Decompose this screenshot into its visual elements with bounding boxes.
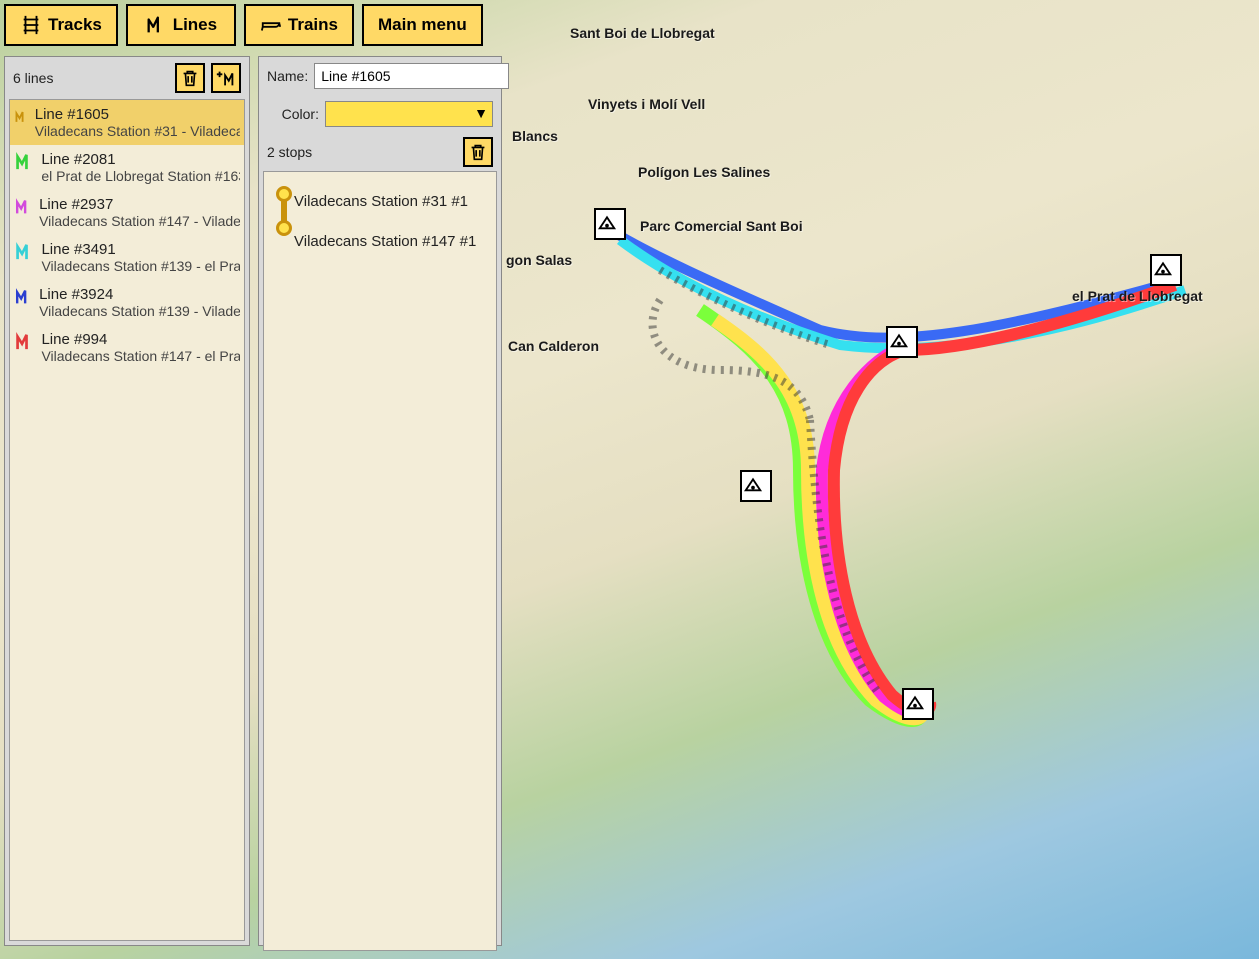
stop-connector: [274, 186, 294, 256]
line-item-name: Line #2937: [39, 196, 240, 213]
station-marker[interactable]: [594, 208, 626, 240]
station-marker[interactable]: [886, 326, 918, 358]
station-icon: [742, 472, 764, 494]
app-root: Sant Boi de Llobregat Vinyets i Molí Vel…: [0, 0, 1259, 959]
chevron-down-icon: ▼: [474, 105, 488, 121]
color-dropdown[interactable]: ▼: [325, 101, 493, 127]
line-item[interactable]: Line #2081 el Prat de Llobregat Station …: [10, 145, 244, 190]
trash-icon: [179, 67, 201, 89]
station-marker[interactable]: [1150, 254, 1182, 286]
place-label: Blancs: [512, 128, 558, 144]
line-item[interactable]: Line #2937 Viladecans Station #147 - Vil…: [10, 190, 244, 235]
line-item-sub: Viladecans Station #139 - el Prat: [41, 258, 240, 274]
place-label: Parc Comercial Sant Boi: [640, 218, 803, 234]
line-icon: [14, 331, 35, 353]
line-item-name: Line #994: [41, 331, 240, 348]
delete-line-button[interactable]: [175, 63, 205, 93]
trains-label: Trains: [288, 15, 338, 35]
stop-item[interactable]: Viladecans Station #31 #1: [294, 186, 486, 216]
line-item[interactable]: Line #1605 Viladecans Station #31 - Vila…: [10, 100, 244, 145]
line-icon: [14, 151, 35, 173]
place-label: Vinyets i Molí Vell: [588, 96, 705, 112]
lines-label: Lines: [173, 15, 217, 35]
stop-name: Viladecans Station #31 #1: [294, 193, 468, 210]
station-icon: [904, 690, 926, 712]
line-icon: [14, 106, 29, 128]
name-label: Name:: [267, 68, 308, 84]
line-icon: [14, 286, 33, 308]
place-label: el Prat de Llobregat: [1072, 288, 1203, 304]
line-icon: [14, 196, 33, 218]
place-label: Sant Boi de Llobregat: [570, 25, 715, 41]
trash-icon: [467, 141, 489, 163]
trains-button[interactable]: Trains: [244, 4, 354, 46]
delete-stop-button[interactable]: [463, 137, 493, 167]
new-line-button[interactable]: [211, 63, 241, 93]
stops-count-label: 2 stops: [267, 144, 457, 160]
lines-list: Line #1605 Viladecans Station #31 - Vila…: [9, 99, 245, 941]
stop-item[interactable]: Viladecans Station #147 #1: [294, 226, 486, 256]
place-label: Can Calderon: [508, 338, 599, 354]
line-item-sub: Viladecans Station #147 - Viladecans: [39, 213, 240, 229]
lines-panel: 6 lines Line #1605 Viladecans Station #3…: [4, 56, 250, 946]
station-icon: [888, 328, 910, 350]
lines-icon: [145, 14, 167, 36]
line-item-name: Line #2081: [41, 151, 240, 168]
stops-header: 2 stops: [259, 133, 501, 171]
line-detail-panel: Name: Color: ▼ 2 stops: [258, 56, 502, 946]
stop-link-icon: [281, 200, 287, 222]
line-item-sub: el Prat de Llobregat Station #163: [41, 168, 240, 184]
line-icon: [14, 241, 35, 263]
tracks-button[interactable]: Tracks: [4, 4, 118, 46]
top-toolbar: Tracks Lines Trains Main menu: [4, 4, 483, 46]
main-menu-label: Main menu: [378, 15, 467, 35]
name-row: Name:: [259, 57, 501, 95]
line-item-name: Line #3924: [39, 286, 240, 303]
station-icon: [596, 210, 618, 232]
line-item[interactable]: Line #3924 Viladecans Station #139 - Vil…: [10, 280, 244, 325]
line-item-name: Line #3491: [41, 241, 240, 258]
color-label: Color:: [267, 106, 319, 122]
stop-name: Viladecans Station #147 #1: [294, 233, 476, 250]
tracks-label: Tracks: [48, 15, 102, 35]
stops-list: Viladecans Station #31 #1 Viladecans Sta…: [263, 171, 497, 951]
line-item-sub: Viladecans Station #139 - Viladecans: [39, 303, 240, 319]
stop-dot-icon: [276, 220, 292, 236]
station-marker[interactable]: [902, 688, 934, 720]
line-item[interactable]: Line #994 Viladecans Station #147 - el P…: [10, 325, 244, 370]
line-item[interactable]: Line #3491 Viladecans Station #139 - el …: [10, 235, 244, 280]
tracks-icon: [20, 14, 42, 36]
color-row: Color: ▼: [259, 95, 501, 133]
plus-lines-icon: [215, 67, 237, 89]
line-item-name: Line #1605: [35, 106, 240, 123]
lines-count-label: 6 lines: [13, 70, 169, 86]
station-icon: [1152, 256, 1174, 278]
lines-panel-header: 6 lines: [5, 57, 249, 99]
line-item-sub: Viladecans Station #147 - el Prat: [41, 348, 240, 364]
line-name-input[interactable]: [314, 63, 509, 89]
lines-button[interactable]: Lines: [126, 4, 236, 46]
line-item-sub: Viladecans Station #31 - Viladecans Stat…: [35, 123, 240, 139]
place-label: Polígon Les Salines: [638, 164, 770, 180]
place-label: gon Salas: [506, 252, 572, 268]
trains-icon: [260, 14, 282, 36]
station-marker[interactable]: [740, 470, 772, 502]
main-menu-button[interactable]: Main menu: [362, 4, 483, 46]
